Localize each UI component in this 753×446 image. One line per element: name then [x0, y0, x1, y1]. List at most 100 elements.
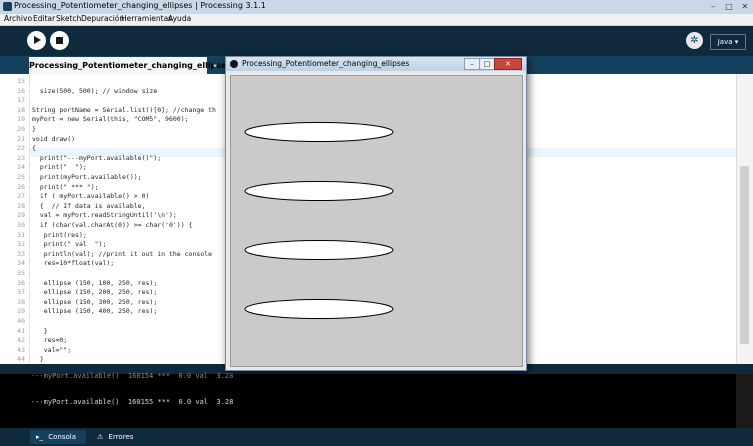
- sketch-canvas-svg: [244, 122, 394, 319]
- line-number: 30: [17, 221, 25, 229]
- sketch-window-titlebar[interactable]: Processing_Potentiometer_changing_ellips…: [226, 57, 526, 71]
- tab-sketch[interactable]: Processing_Potentiometer_changing_ellips…: [29, 57, 231, 74]
- maximize-icon[interactable]: □: [723, 2, 735, 12]
- code-line[interactable]: if (char(val.charAt(0)) >= char('0')) {: [32, 221, 193, 229]
- menu-depuracion[interactable]: Depuración: [81, 14, 124, 23]
- code-line[interactable]: res=10*float(val);: [32, 259, 114, 267]
- code-line[interactable]: }: [32, 327, 48, 335]
- line-number: 42: [17, 336, 25, 345]
- line-number: 37: [17, 288, 25, 297]
- menu-bar: Archivo Editar Sketch Depuración Herrami…: [0, 14, 753, 26]
- menu-archivo[interactable]: Archivo: [4, 14, 32, 23]
- code-line[interactable]: print(" val ");: [32, 240, 107, 248]
- console-icon: ▸_: [36, 433, 44, 441]
- line-number: 22: [17, 144, 25, 153]
- line-number: 34: [17, 259, 25, 268]
- stop-button[interactable]: [50, 31, 69, 50]
- console-line-partial: ---myPort.available() 160154 *** 0.0 val…: [31, 372, 234, 380]
- code-line[interactable]: }: [32, 355, 44, 363]
- play-icon: [34, 36, 41, 44]
- code-line[interactable]: void draw(): [32, 135, 75, 143]
- tab-console[interactable]: ▸_ Consola: [30, 430, 86, 444]
- processing-app-icon: [3, 2, 12, 11]
- sketch-ellipse: [244, 122, 394, 142]
- line-number: 17: [17, 96, 25, 105]
- mode-selector[interactable]: Java ▾: [710, 34, 746, 50]
- line-number: 32: [17, 240, 25, 249]
- editor-scrollbar-thumb[interactable]: [740, 166, 749, 344]
- sketch-minimize-icon[interactable]: –: [464, 58, 480, 70]
- code-line[interactable]: print(myPort.available());: [32, 173, 142, 181]
- line-number: 18: [17, 105, 25, 114]
- sketch-window[interactable]: Processing_Potentiometer_changing_ellips…: [225, 56, 527, 371]
- line-number: 25: [17, 173, 25, 181]
- window-titlebar: Processing_Potentiometer_changing_ellips…: [0, 0, 753, 15]
- warning-icon: ⚠: [97, 433, 104, 441]
- line-number: 31: [17, 230, 25, 239]
- tab-menu-arrow-icon[interactable]: ▾: [209, 60, 221, 72]
- code-line[interactable]: size(500, 500); // window size: [32, 87, 157, 95]
- tab-console-label: Consola: [48, 433, 77, 441]
- code-line[interactable]: ellipse (150, 400, 250, res);: [32, 307, 158, 315]
- console-scrollbar[interactable]: [736, 374, 753, 428]
- menu-ayuda[interactable]: Ayuda: [168, 14, 191, 23]
- menu-sketch[interactable]: Sketch: [56, 14, 81, 23]
- sketch-close-icon[interactable]: ✕: [494, 58, 522, 70]
- butterfly-icon: ✲: [690, 35, 699, 46]
- editor-scrollbar[interactable]: [736, 74, 753, 364]
- line-number: 15: [17, 77, 25, 85]
- line-number: 21: [17, 134, 25, 143]
- code-line[interactable]: }: [32, 125, 36, 133]
- console-output: ---myPort.available() 160154 *** 0.0 val…: [0, 372, 753, 428]
- code-line[interactable]: val = myPort.readStringUntil('\n');: [32, 211, 177, 219]
- sketch-maximize-icon[interactable]: □: [479, 58, 495, 70]
- menu-herramientas[interactable]: Herramientas: [121, 14, 172, 23]
- code-line[interactable]: println(val); //print it out in the cons…: [32, 250, 212, 258]
- stop-icon: [56, 37, 63, 44]
- line-number: 41: [17, 326, 25, 335]
- line-number: 23: [17, 153, 25, 162]
- code-line[interactable]: {: [32, 144, 36, 152]
- line-number: 44: [17, 355, 25, 364]
- code-line[interactable]: ellipse (150, 100, 250, res);: [32, 279, 158, 287]
- run-button[interactable]: [27, 31, 46, 50]
- code-line[interactable]: print("---myPort.available()");: [32, 154, 161, 162]
- line-number: 38: [17, 297, 25, 306]
- toolbar: [0, 26, 753, 56]
- tab-errors[interactable]: ⚠ Errores: [94, 430, 144, 444]
- line-number: 16: [17, 86, 25, 95]
- debug-button[interactable]: ✲: [686, 32, 703, 49]
- line-number: 40: [17, 317, 25, 325]
- code-line[interactable]: String portName = Serial.list()[0]; //ch…: [32, 106, 216, 114]
- code-line[interactable]: print(res);: [32, 231, 87, 239]
- sketch-ellipse: [244, 181, 394, 201]
- sketch-window-title: Processing_Potentiometer_changing_ellips…: [242, 59, 410, 68]
- code-line[interactable]: ellipse (150, 200, 250, res);: [32, 288, 158, 296]
- line-number: 27: [17, 192, 25, 201]
- code-line[interactable]: myPort = new Serial(this, "COM5", 9600);: [32, 115, 189, 123]
- close-icon[interactable]: ✕: [739, 2, 751, 12]
- code-line[interactable]: val="";: [32, 346, 71, 354]
- line-number: 19: [17, 115, 25, 124]
- line-number: 20: [17, 125, 25, 133]
- tab-errors-label: Errores: [108, 433, 134, 441]
- line-number: 24: [17, 163, 25, 172]
- line-number: 33: [17, 249, 25, 258]
- line-number: 29: [17, 211, 25, 220]
- line-number: 28: [17, 201, 25, 210]
- line-number: 39: [17, 307, 25, 316]
- minimize-icon[interactable]: –: [707, 2, 719, 12]
- code-line[interactable]: print(" ");: [32, 163, 87, 171]
- console-line: ---myPort.available() 160155 *** 0.0 val…: [31, 398, 234, 406]
- line-number: 35: [17, 269, 25, 277]
- code-line[interactable]: print(" *** ");: [32, 183, 99, 191]
- line-number: 43: [17, 345, 25, 354]
- code-line[interactable]: res=0;: [32, 336, 68, 344]
- code-line[interactable]: { // If data is available,: [32, 202, 146, 210]
- code-line[interactable]: if ( myPort.available() > 0): [32, 192, 150, 200]
- code-line[interactable]: ellipse (150, 300, 250, res);: [32, 298, 158, 306]
- sketch-canvas: [230, 75, 523, 367]
- line-number: 36: [17, 278, 25, 287]
- menu-editar[interactable]: Editar: [33, 14, 55, 23]
- sketch-ellipse: [244, 240, 394, 260]
